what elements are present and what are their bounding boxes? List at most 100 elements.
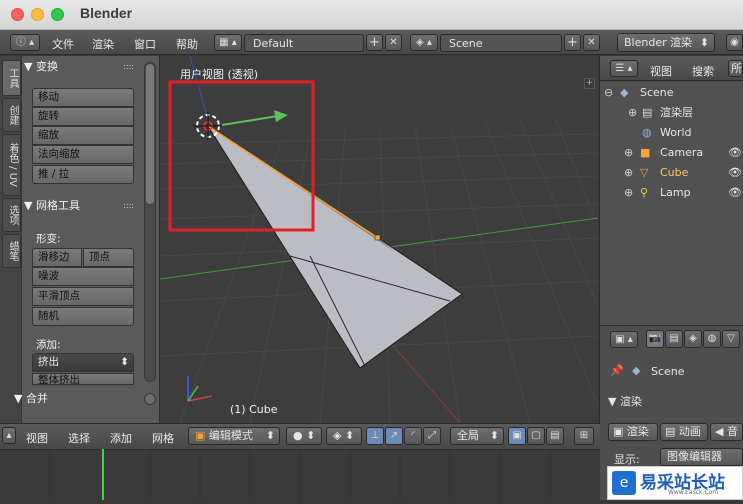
render-context-icon[interactable]: 📷 (646, 330, 664, 348)
properties-context-tabs[interactable]: 📷 ▤ ◈ ◍ ▽ (646, 330, 743, 350)
outliner-item-camera[interactable]: ⊕ ■ Camera 👁 (600, 143, 743, 163)
tab-options[interactable]: 选项 (2, 198, 21, 232)
outliner-view-menu[interactable]: 视图 (650, 63, 672, 79)
randomize-button[interactable]: 随机 (32, 307, 134, 326)
slide-vertex-button[interactable]: 顶点 (83, 248, 134, 267)
maximize-window-button[interactable] (51, 8, 64, 21)
transform-panel-header[interactable]: ▼ 变换 :::: (24, 57, 138, 77)
screen-layout-icon[interactable]: ▦ ▴ (214, 34, 242, 51)
shrink-fatten-button[interactable]: 法向缩放 (32, 145, 134, 164)
menu-help[interactable]: 帮助 (176, 36, 198, 52)
rotate-manipulator-icon[interactable]: ◜ (404, 427, 422, 445)
outliner-item-cube[interactable]: ⊕ ▽ Cube 👁 (600, 163, 743, 183)
eye-icon[interactable]: 👁 (728, 163, 742, 183)
pin-icon[interactable]: 📌 (610, 364, 624, 377)
add-screen-icon[interactable]: + (366, 34, 383, 51)
screen-layout-field[interactable]: Default (244, 34, 364, 52)
mesh-tools-panel-header[interactable]: ▼ 网格工具 :::: (24, 196, 138, 216)
layers-context-icon[interactable]: ▤ (665, 330, 683, 348)
expand-icon[interactable]: ⊕ (624, 183, 633, 203)
audio-button[interactable]: ◀ 音 (710, 423, 743, 441)
scene-icon[interactable]: ◈ ▴ (410, 34, 438, 51)
pivot-point-select[interactable]: ◈ ⬍ (326, 427, 362, 445)
render-engine-select[interactable]: Blender 渲染 ⬍ (617, 33, 715, 52)
scale-manipulator-icon[interactable]: ⤢ (423, 427, 441, 445)
eye-icon[interactable]: 👁 (728, 143, 742, 163)
outliner-item-world[interactable]: ◍ World (600, 123, 743, 143)
bottom-menu-add[interactable]: 添加 (110, 430, 132, 446)
push-pull-button[interactable]: 推 / 拉 (32, 165, 134, 184)
scale-button[interactable]: 缩放 (32, 126, 134, 145)
mode-select[interactable]: ▣ 编辑模式 ⬍ (188, 427, 280, 445)
properties-editor-icon[interactable]: ▣ ▴ (610, 331, 638, 348)
3d-viewport[interactable] (160, 56, 598, 423)
bottom-menu-mesh[interactable]: 网格 (152, 430, 174, 446)
expand-icon[interactable]: ⊕ (628, 103, 637, 123)
expand-icon[interactable]: ⊕ (624, 163, 633, 183)
menu-render[interactable]: 渲染 (92, 36, 114, 52)
manipulator-y-axis[interactable] (221, 115, 279, 126)
outliner-editor-icon[interactable]: ☰ ▴ (610, 60, 638, 77)
tab-tools[interactable]: 工具 (2, 60, 21, 96)
extrude-region-button[interactable]: 整体挤出 (32, 373, 134, 385)
shading-select[interactable]: ● ⬍ (286, 427, 322, 445)
tab-create[interactable]: 创建 (2, 98, 21, 132)
tab-grease-pencil[interactable]: 蜡笔 (2, 234, 21, 268)
smooth-vertex-button[interactable]: 平滑顶点 (32, 287, 134, 306)
info-editor-icon[interactable]: ⓘ ▴ (10, 34, 40, 51)
render-button[interactable]: ▣ 渲染 (608, 423, 658, 441)
minimize-window-button[interactable] (31, 8, 44, 21)
drag-handle-icon[interactable]: :::: (123, 57, 134, 77)
current-frame-marker[interactable] (102, 449, 104, 500)
move-button[interactable]: 移动 (32, 88, 134, 107)
merge-panel-header[interactable]: ▼ 合并 (14, 389, 128, 409)
display-select[interactable]: 图像编辑器 (660, 448, 743, 466)
vertex-select-icon[interactable]: ▣ (508, 427, 526, 445)
translate-manipulator-icon[interactable]: ↗ (385, 427, 403, 445)
manipulator-toggles[interactable]: ⊥ ↗ ◜ ⤢ (366, 427, 446, 445)
bottom-menu-select[interactable]: 选择 (68, 430, 90, 446)
face-select-icon[interactable]: ▤ (546, 427, 564, 445)
outliner-search-menu[interactable]: 搜索 (692, 63, 714, 79)
limit-selection-icon[interactable]: ⊞ (574, 427, 594, 445)
render-section-header[interactable]: ▼ 渲染 (608, 393, 743, 411)
object-context-icon[interactable]: ▽ (722, 330, 740, 348)
tab-shading-uv[interactable]: 着色 / UV (2, 134, 21, 196)
add-scene-icon[interactable]: + (564, 34, 581, 51)
delete-scene-icon[interactable]: ✕ (583, 34, 600, 51)
menu-file[interactable]: 文件 (52, 36, 74, 52)
drag-handle-icon[interactable]: :::: (123, 196, 134, 216)
bottom-menu-view[interactable]: 视图 (26, 430, 48, 446)
edge-select-icon[interactable]: ▢ (527, 427, 545, 445)
extrude-select[interactable]: 挤出 ⬍ (32, 353, 134, 372)
timeline[interactable] (0, 449, 600, 501)
menu-window[interactable]: 窗口 (134, 36, 156, 52)
world-context-icon[interactable]: ◍ (703, 330, 721, 348)
select-mode-toggles[interactable]: ▣ ▢ ▤ (508, 427, 568, 445)
outliner-item-render-layers[interactable]: ⊕ ▤ 渲染层 (600, 103, 743, 123)
viewport-plus-icon[interactable]: + (584, 78, 595, 89)
outliner-filter-select[interactable]: 所 (728, 60, 743, 77)
manipulator-arrow-icon[interactable] (274, 110, 288, 122)
scene-context-icon[interactable]: ◈ (684, 330, 702, 348)
animation-button[interactable]: ▤ 动画 (660, 423, 708, 441)
collapse-icon[interactable]: ⊖ (604, 83, 613, 103)
slide-edge-button[interactable]: 滑移边 (32, 248, 82, 267)
eye-icon[interactable]: 👁 (728, 183, 742, 203)
rotate-button[interactable]: 旋转 (32, 107, 134, 126)
selected-vertex[interactable] (374, 234, 381, 241)
scrollbar-thumb[interactable] (146, 64, 154, 204)
mesh-face[interactable] (207, 125, 463, 369)
scroll-indicator[interactable] (144, 393, 156, 405)
transform-orientation-select[interactable]: 全局 ⬍ (450, 427, 504, 445)
viewport-scene[interactable] (160, 56, 598, 423)
close-window-button[interactable] (11, 8, 24, 21)
outliner-item-lamp[interactable]: ⊕ ⚲ Lamp 👁 (600, 183, 743, 203)
noise-button[interactable]: 噪波 (32, 267, 134, 286)
expand-icon[interactable]: ⊕ (624, 143, 633, 163)
outliner-item-scene[interactable]: ⊖ ◆ Scene (600, 83, 743, 103)
delete-screen-icon[interactable]: ✕ (385, 34, 402, 51)
scene-field[interactable]: Scene (440, 34, 562, 52)
manipulator-toggle-icon[interactable]: ⊥ (366, 427, 384, 445)
viewport-editor-icon[interactable]: ▴ (2, 427, 16, 444)
